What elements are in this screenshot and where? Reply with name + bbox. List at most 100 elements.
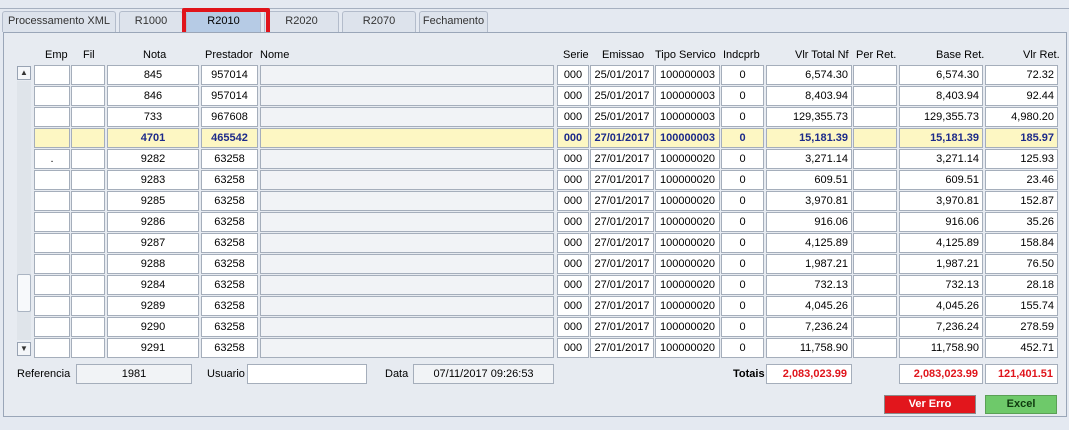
cell-serie[interactable]: 000 [557,128,589,148]
cell-per-ret[interactable] [853,317,897,337]
cell-serie[interactable]: 000 [557,65,589,85]
ver-erro-button[interactable]: Ver Erro [884,395,976,414]
cell-emissao[interactable]: 27/01/2017 [590,191,654,211]
cell-tipo-servico[interactable]: 100000020 [655,233,720,253]
cell-base-ret[interactable]: 916.06 [899,212,983,232]
tab-fechamento[interactable]: Fechamento [419,11,488,32]
cell-nome[interactable] [260,86,554,106]
cell-tipo-servico[interactable]: 100000020 [655,212,720,232]
cell-fil[interactable] [71,317,105,337]
cell-nota[interactable]: 9290 [107,317,199,337]
cell-nota[interactable]: 9285 [107,191,199,211]
cell-base-ret[interactable]: 4,125.89 [899,233,983,253]
table-row[interactable]: 4701 465542 000 27/01/2017 100000003 0 15,181.… [0,128,1069,148]
cell-per-ret[interactable] [853,338,897,358]
cell-vlr-total-nf[interactable]: 11,758.90 [766,338,852,358]
cell-vlr-total-nf[interactable]: 3,271.14 [766,149,852,169]
cell-tipo-servico[interactable]: 100000003 [655,107,720,127]
cell-prestador[interactable]: 957014 [201,65,258,85]
cell-serie[interactable]: 000 [557,254,589,274]
cell-nota[interactable]: 9282 [107,149,199,169]
cell-fil[interactable] [71,275,105,295]
cell-per-ret[interactable] [853,86,897,106]
cell-emissao[interactable]: 27/01/2017 [590,212,654,232]
cell-serie[interactable]: 000 [557,107,589,127]
cell-fil[interactable] [71,296,105,316]
cell-fil[interactable] [71,191,105,211]
table-row[interactable]: 9287 63258 000 27/01/2017 100000020 0 4,125.89… [0,233,1069,253]
cell-fil[interactable] [71,254,105,274]
cell-emissao[interactable]: 27/01/2017 [590,149,654,169]
table-row[interactable]: 9288 63258 000 27/01/2017 100000020 0 1,987.21… [0,254,1069,274]
cell-base-ret[interactable]: 15,181.39 [899,128,983,148]
cell-nota[interactable]: 9288 [107,254,199,274]
cell-per-ret[interactable] [853,128,897,148]
tab-r2070[interactable]: R2070 [342,11,416,32]
cell-emp[interactable] [34,254,70,274]
cell-base-ret[interactable]: 3,970.81 [899,191,983,211]
cell-indcprb[interactable]: 0 [721,65,764,85]
cell-tipo-servico[interactable]: 100000020 [655,149,720,169]
cell-vlr-total-nf[interactable]: 129,355.73 [766,107,852,127]
cell-per-ret[interactable] [853,149,897,169]
cell-vlr-ret[interactable]: 185.97 [985,128,1058,148]
tab-processamento-xml[interactable]: Processamento XML [2,11,116,32]
cell-indcprb[interactable]: 0 [721,338,764,358]
cell-prestador[interactable]: 63258 [201,296,258,316]
cell-per-ret[interactable] [853,296,897,316]
cell-vlr-ret[interactable]: 35.26 [985,212,1058,232]
cell-emissao[interactable]: 25/01/2017 [590,107,654,127]
cell-nome[interactable] [260,107,554,127]
cell-nota[interactable]: 733 [107,107,199,127]
cell-vlr-total-nf[interactable]: 916.06 [766,212,852,232]
cell-nota[interactable]: 9291 [107,338,199,358]
cell-emp[interactable] [34,128,70,148]
cell-emissao[interactable]: 27/01/2017 [590,338,654,358]
cell-serie[interactable]: 000 [557,191,589,211]
cell-emissao[interactable]: 27/01/2017 [590,317,654,337]
cell-indcprb[interactable]: 0 [721,212,764,232]
cell-nome[interactable] [260,149,554,169]
cell-nome[interactable] [260,338,554,358]
cell-vlr-ret[interactable]: 158.84 [985,233,1058,253]
cell-prestador[interactable]: 957014 [201,86,258,106]
excel-button[interactable]: Excel [985,395,1057,414]
cell-vlr-total-nf[interactable]: 4,125.89 [766,233,852,253]
cell-nome[interactable] [260,254,554,274]
table-row[interactable]: 733 967608 000 25/01/2017 100000003 0 129,355.… [0,107,1069,127]
cell-vlr-ret[interactable]: 152.87 [985,191,1058,211]
cell-emp[interactable] [34,233,70,253]
cell-fil[interactable] [71,107,105,127]
cell-prestador[interactable]: 967608 [201,107,258,127]
cell-serie[interactable]: 000 [557,86,589,106]
cell-emissao[interactable]: 27/01/2017 [590,170,654,190]
cell-fil[interactable] [71,170,105,190]
data-field[interactable]: 07/11/2017 09:26:53 [413,364,554,384]
table-row[interactable]: 9284 63258 000 27/01/2017 100000020 0 732.13 73… [0,275,1069,295]
cell-vlr-ret[interactable]: 76.50 [985,254,1058,274]
cell-nome[interactable] [260,317,554,337]
table-row[interactable]: 9291 63258 000 27/01/2017 100000020 0 11,758.9… [0,338,1069,358]
cell-prestador[interactable]: 63258 [201,149,258,169]
cell-nome[interactable] [260,296,554,316]
cell-base-ret[interactable]: 8,403.94 [899,86,983,106]
table-row[interactable]: 845 957014 000 25/01/2017 100000003 0 6,574.30… [0,65,1069,85]
cell-emissao[interactable]: 25/01/2017 [590,86,654,106]
cell-indcprb[interactable]: 0 [721,296,764,316]
cell-fil[interactable] [71,233,105,253]
cell-emp[interactable] [34,296,70,316]
cell-fil[interactable] [71,149,105,169]
cell-base-ret[interactable]: 4,045.26 [899,296,983,316]
cell-base-ret[interactable]: 3,271.14 [899,149,983,169]
cell-emissao[interactable]: 27/01/2017 [590,128,654,148]
table-row[interactable]: 9290 63258 000 27/01/2017 100000020 0 7,236.24… [0,317,1069,337]
cell-serie[interactable]: 000 [557,212,589,232]
cell-vlr-total-nf[interactable]: 7,236.24 [766,317,852,337]
table-row[interactable]: 9285 63258 000 27/01/2017 100000020 0 3,970.81… [0,191,1069,211]
cell-base-ret[interactable]: 732.13 [899,275,983,295]
cell-serie[interactable]: 000 [557,338,589,358]
cell-vlr-ret[interactable]: 278.59 [985,317,1058,337]
cell-emp[interactable] [34,275,70,295]
cell-nota[interactable]: 9289 [107,296,199,316]
cell-vlr-ret[interactable]: 452.71 [985,338,1058,358]
